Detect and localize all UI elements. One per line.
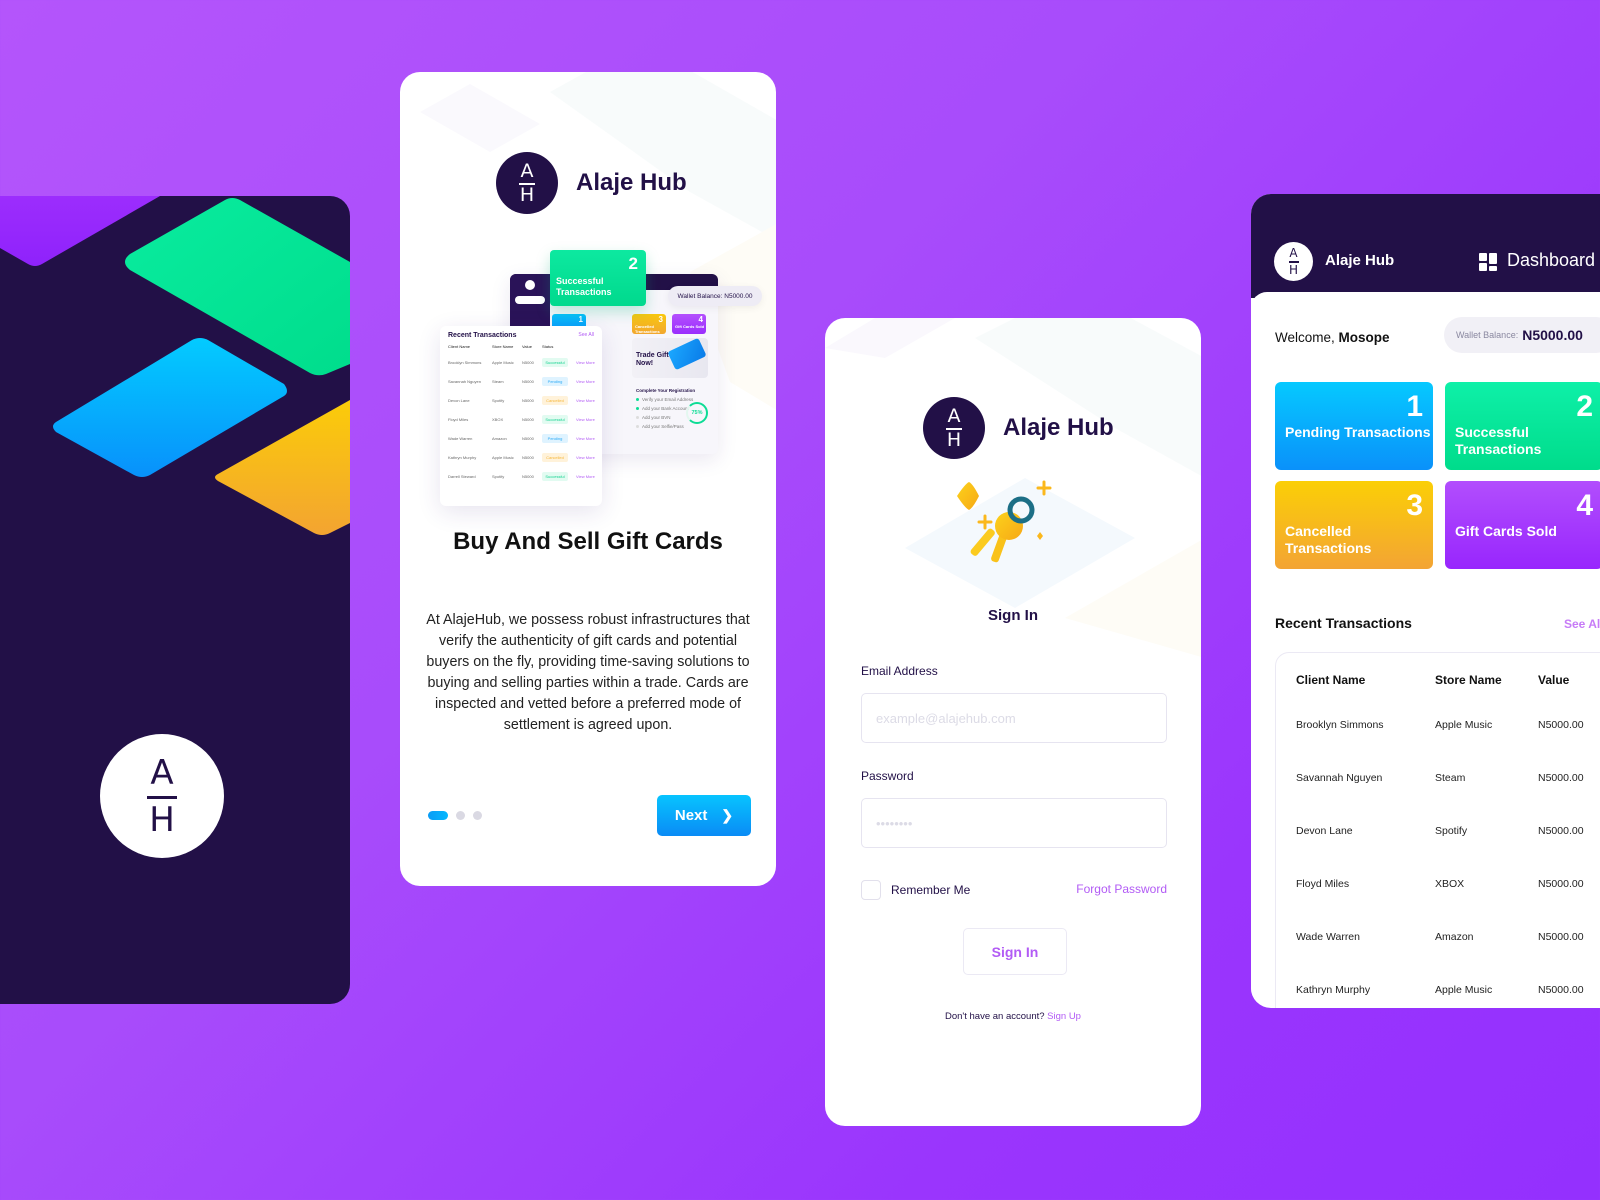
client-name: Wade Warren bbox=[1296, 931, 1360, 943]
transactions-table: Client Name Store Name Value Brooklyn Si… bbox=[1275, 652, 1600, 1008]
brand-name: Alaje Hub bbox=[1003, 414, 1114, 441]
preview-table-row: Wade Warren Amazon N5000 Pending View More bbox=[448, 434, 595, 443]
preview-transactions-table: Recent Transactions See All Client Name St… bbox=[440, 326, 602, 506]
value: N5000.00 bbox=[1538, 719, 1584, 731]
chevron-right-icon: ❯ bbox=[721, 807, 734, 823]
remember-me-checkbox[interactable] bbox=[861, 880, 881, 900]
client-name: Floyd Miles bbox=[1296, 878, 1350, 890]
page-dot[interactable] bbox=[473, 811, 482, 820]
remember-me[interactable]: Remember Me bbox=[861, 880, 970, 900]
wallet-balance: Wallet Balance: N5000.00 bbox=[1444, 317, 1600, 353]
value: N5000.00 bbox=[1538, 984, 1584, 996]
dashboard-screen: A H Alaje Hub Dashboard Welcome, Mosope … bbox=[1251, 194, 1600, 1008]
preview-table-row: Kathryn Murphy Apple Music N5000 Cancelled V… bbox=[448, 453, 595, 462]
store-name: Apple Music bbox=[1435, 719, 1493, 731]
alaje-hub-logo: A H bbox=[923, 397, 985, 459]
user-name: Mosope bbox=[1338, 330, 1390, 345]
signin-title: Sign In bbox=[988, 607, 1038, 624]
store-name: Spotify bbox=[1435, 825, 1468, 837]
email-input[interactable] bbox=[861, 693, 1167, 743]
recent-transactions-title: Recent Transactions bbox=[1275, 615, 1412, 631]
status-badge: Cancelled bbox=[542, 396, 568, 405]
status-badge: Cancelled bbox=[542, 453, 568, 462]
brand-name: Alaje Hub bbox=[576, 169, 687, 196]
stat-card-successful[interactable]: 2 Successful Transactions bbox=[1445, 382, 1600, 470]
decorative-shapes bbox=[0, 196, 350, 535]
next-button[interactable]: Next ❯ bbox=[657, 795, 751, 836]
alaje-hub-logo: A H bbox=[1274, 242, 1313, 281]
dashboard-grid-icon bbox=[1479, 253, 1497, 271]
client-name: Kathryn Murphy bbox=[1296, 984, 1371, 996]
forgot-password-link[interactable]: Forgot Password bbox=[1076, 882, 1167, 896]
preview-table-header: Client Name Store Name Value Status bbox=[448, 343, 554, 349]
client-name: Devon Lane bbox=[1296, 825, 1353, 837]
onboarding-description: At AlajeHub, we possess robust infrastru… bbox=[426, 612, 750, 733]
status-badge: Successful bbox=[542, 472, 568, 481]
store-name: XBOX bbox=[1435, 878, 1465, 890]
preview-wallet-balance: Wallet Balance: N5000.00 bbox=[668, 286, 762, 306]
see-all-link[interactable]: See All bbox=[1564, 617, 1600, 631]
keys-icon bbox=[957, 480, 1052, 563]
green-shape bbox=[125, 198, 350, 376]
table-row[interactable]: Kathryn Murphy Apple Music N5000.00 bbox=[1296, 984, 1600, 996]
page-dot[interactable] bbox=[456, 811, 465, 820]
table-row[interactable]: Devon Lane Spotify N5000.00 bbox=[1296, 825, 1600, 837]
preview-trade-banner: Trade Gift Cards Now! bbox=[632, 338, 708, 378]
preview-registration: Complete Your Registration Verify your E… bbox=[632, 384, 712, 448]
client-name: Brooklyn Simmons bbox=[1296, 719, 1384, 731]
value: N5000.00 bbox=[1538, 772, 1584, 784]
nav-dashboard[interactable]: Dashboard bbox=[1507, 250, 1595, 271]
preview-table-row: Savannah Nguyen Steam N5000 Pending View Mor… bbox=[448, 377, 595, 386]
preview-successful-card: 2 Successful Transactions bbox=[550, 250, 646, 306]
brand-header: A H Alaje Hub bbox=[923, 397, 1114, 459]
alaje-hub-logo: A H bbox=[100, 734, 224, 858]
preview-table-row: Devon Lane Spotify N5000 Cancelled View More bbox=[448, 396, 595, 405]
store-name: Steam bbox=[1435, 772, 1466, 784]
pagination-dots bbox=[428, 811, 490, 820]
dashboard-preview-illustration: 1 3 Cancelled Transactions 4 Gift Cards … bbox=[440, 250, 762, 510]
welcome-message: Welcome, Mosope bbox=[1275, 330, 1390, 345]
password-label: Password bbox=[861, 769, 914, 783]
stat-card-gift-cards-sold[interactable]: 4 Gift Cards Sold bbox=[1445, 481, 1600, 569]
stat-card-cancelled[interactable]: 3 Cancelled Transactions bbox=[1275, 481, 1433, 569]
store-name: Amazon bbox=[1435, 931, 1474, 943]
signin-screen: A H Alaje Hub Sign In Email Address Pass… bbox=[825, 318, 1201, 1126]
brand-name: Alaje Hub bbox=[1325, 252, 1395, 269]
signup-link[interactable]: Sign Up bbox=[1047, 1011, 1081, 1022]
preview-table-row: Floyd Miles XBOX N5000 Successful View More bbox=[448, 415, 595, 424]
onboarding-title: Buy And Sell Gift Cards bbox=[453, 528, 723, 555]
table-row[interactable]: Brooklyn Simmons Apple Music N5000.00 bbox=[1296, 719, 1600, 731]
onboarding-screen: A H Alaje Hub 1 3 Cancelled Transactions… bbox=[400, 72, 776, 886]
value: N5000.00 bbox=[1538, 878, 1584, 890]
table-row[interactable]: Floyd Miles XBOX N5000.00 bbox=[1296, 878, 1600, 890]
email-label: Email Address bbox=[861, 664, 938, 678]
stat-card-pending[interactable]: 1 Pending Transactions bbox=[1275, 382, 1433, 470]
page-dot-active[interactable] bbox=[428, 811, 448, 820]
status-badge: Successful bbox=[542, 415, 568, 424]
preview-table-row: Brooklyn Simmons Apple Music N5000 Successf… bbox=[448, 358, 595, 367]
remember-me-label: Remember Me bbox=[891, 883, 971, 897]
signup-prompt: Don't have an account? Sign Up bbox=[945, 1011, 1081, 1022]
table-row[interactable]: Savannah Nguyen Steam N5000.00 bbox=[1296, 772, 1600, 784]
signin-button[interactable]: Sign In bbox=[963, 928, 1067, 975]
preview-mini-card: 4 Gift Cards Sold bbox=[672, 314, 706, 334]
preview-sidebar bbox=[510, 274, 550, 334]
status-badge: Successful bbox=[542, 358, 568, 367]
client-name: Savannah Nguyen bbox=[1296, 772, 1383, 784]
value: N5000.00 bbox=[1538, 931, 1584, 943]
table-header: Client Name Store Name Value bbox=[1296, 673, 1570, 687]
password-input[interactable] bbox=[861, 798, 1167, 848]
brand-header: A H Alaje Hub bbox=[496, 152, 687, 214]
splash-screen: A H bbox=[0, 196, 350, 1004]
table-row[interactable]: Wade Warren Amazon N5000.00 bbox=[1296, 931, 1600, 943]
status-badge: Pending bbox=[542, 377, 568, 386]
status-badge: Pending bbox=[542, 434, 568, 443]
preview-mini-card: 3 Cancelled Transactions bbox=[632, 314, 666, 334]
preview-table-row: Darrell Steward Spotify N5000 Successful Vie… bbox=[448, 472, 595, 481]
value: N5000.00 bbox=[1538, 825, 1584, 837]
store-name: Apple Music bbox=[1435, 984, 1493, 996]
dashboard-header: A H Alaje Hub Dashboard bbox=[1251, 194, 1600, 298]
alaje-hub-logo: A H bbox=[496, 152, 558, 214]
